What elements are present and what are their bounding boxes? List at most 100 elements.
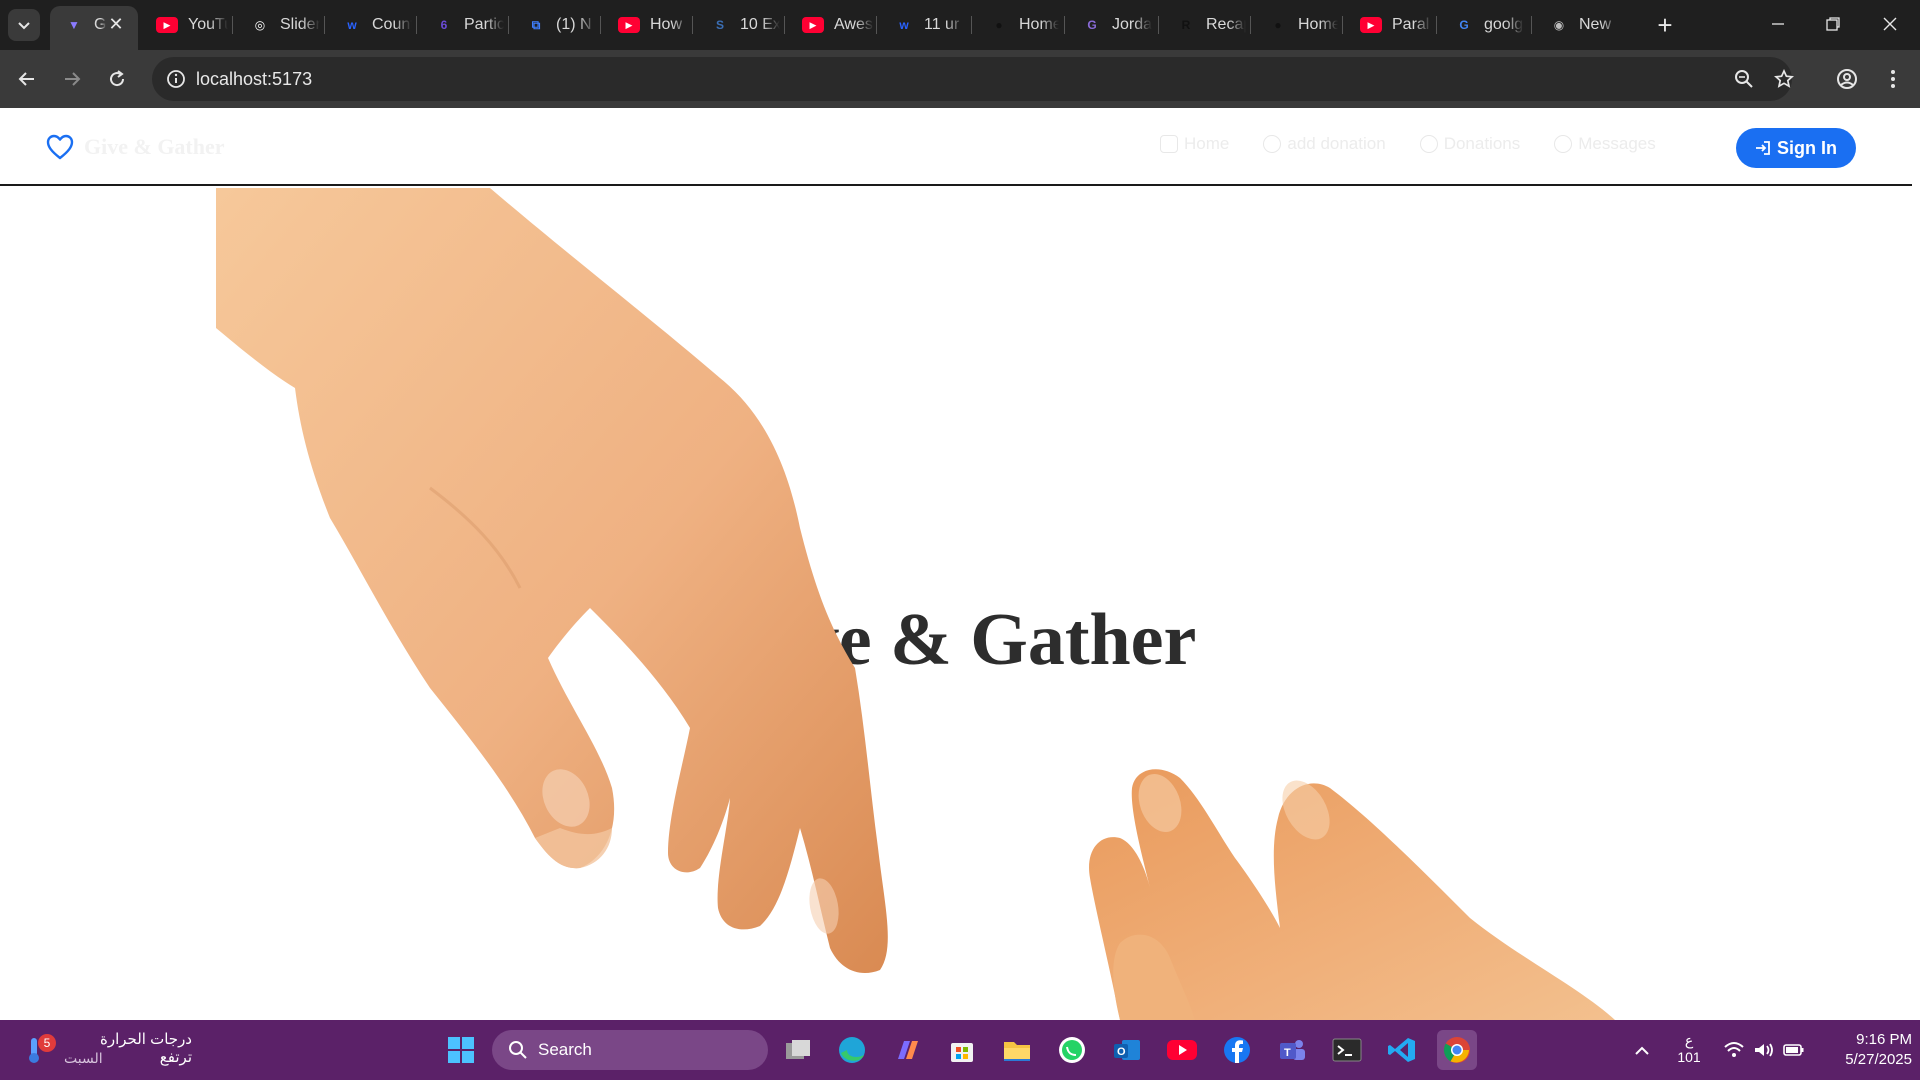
- edge-icon[interactable]: [832, 1030, 872, 1070]
- browser-tab-title: Home: [1298, 16, 1338, 33]
- heart-icon[interactable]: [46, 134, 74, 160]
- taskbar-search-box[interactable]: Search: [492, 1030, 768, 1070]
- weather-widget[interactable]: 5 درجات الحرارة ترتفع السبت: [22, 1028, 192, 1072]
- github-icon: ●: [1274, 18, 1282, 32]
- browser-tab-title: YouTube: [188, 16, 228, 33]
- nav-home[interactable]: Home: [1160, 134, 1229, 154]
- clock-time: 9:16 PM: [1856, 1031, 1912, 1048]
- tab-separator: [1531, 16, 1532, 34]
- browser-tab[interactable]: ▶ YouTube: [142, 10, 228, 40]
- browser-tab[interactable]: ▶ Awes: [788, 10, 874, 40]
- tab-separator: [600, 16, 601, 34]
- browser-tab[interactable]: ⧉ (1) N: [512, 10, 596, 40]
- youtube-icon: ▶: [618, 17, 640, 33]
- tab-separator: [1064, 16, 1065, 34]
- browser-tab-title: (1) N: [556, 16, 592, 33]
- search-label: Search: [538, 1040, 592, 1059]
- browser-tab[interactable]: w Count: [328, 10, 412, 40]
- browser-tab[interactable]: ▶ How: [604, 10, 690, 40]
- tab-separator: [1250, 16, 1251, 34]
- store-icon[interactable]: [942, 1030, 982, 1070]
- task-view-icon[interactable]: [778, 1030, 818, 1070]
- teams-icon[interactable]: T: [1272, 1030, 1312, 1070]
- nav-messages[interactable]: Messages: [1554, 134, 1656, 154]
- nav-home-label: Home: [1184, 134, 1230, 153]
- back-button[interactable]: [10, 62, 44, 96]
- chrome-icon[interactable]: [1437, 1030, 1477, 1070]
- browser-tab[interactable]: ● Home: [975, 10, 1059, 40]
- browser-tab[interactable]: ▼ Give & Gather: [50, 10, 106, 40]
- reload-button[interactable]: [100, 62, 134, 96]
- close-icon: [1883, 17, 1897, 31]
- system-clock[interactable]: 9:16 PM 5/27/2025: [1812, 1030, 1912, 1070]
- nav-donations-label: Donations: [1443, 134, 1521, 153]
- hero-hands-illustration: [216, 188, 1615, 1020]
- nav-add-donation[interactable]: add donation: [1263, 134, 1386, 154]
- tab-close-icon[interactable]: ✕: [106, 14, 126, 34]
- tray-overflow-icon[interactable]: [1630, 1038, 1654, 1062]
- restore-button[interactable]: [1815, 8, 1851, 40]
- copilot-icon[interactable]: [887, 1030, 927, 1070]
- wifi-icon[interactable]: [1722, 1038, 1746, 1062]
- github-icon: ●: [995, 18, 1003, 32]
- chevron-down-icon: [18, 22, 30, 30]
- volume-icon[interactable]: [1752, 1038, 1776, 1062]
- facebook-icon[interactable]: [1217, 1030, 1257, 1070]
- chrome-icon: ◉: [1553, 18, 1565, 32]
- browser-tab-title: Recap: [1206, 16, 1246, 33]
- windows-taskbar: 5 درجات الحرارة ترتفع السبت Search O T ع…: [0, 1020, 1920, 1080]
- browser-tab[interactable]: ● Home: [1254, 10, 1338, 40]
- tab-separator: [324, 16, 325, 34]
- outlook-icon[interactable]: O: [1107, 1030, 1147, 1070]
- browser-tab[interactable]: R Recap: [1162, 10, 1246, 40]
- vscode-icon[interactable]: [1382, 1030, 1422, 1070]
- brand-name[interactable]: Give & Gather: [84, 134, 225, 160]
- screen: ▼ Give & Gather ▶ YouTube ◎ Slider w Count 6 Part…: [0, 0, 1920, 1080]
- browser-tab-title: Awes: [834, 16, 873, 33]
- site-info-icon[interactable]: [164, 67, 188, 91]
- browser-tab-title: 10 Ex: [740, 16, 780, 33]
- browser-tab[interactable]: ▶ Paral: [1346, 10, 1432, 40]
- sign-in-label: Sign In: [1777, 137, 1837, 158]
- youtube-icon: ▶: [802, 17, 824, 33]
- openai-icon: ◎: [254, 18, 266, 32]
- browser-tab[interactable]: G Jorda: [1068, 10, 1152, 40]
- svg-text:T: T: [1284, 1047, 1291, 1059]
- zoom-icon[interactable]: [1732, 67, 1756, 91]
- browser-tab-title: 11 ur: [924, 16, 960, 33]
- tab-separator: [232, 16, 233, 34]
- language-indicator[interactable]: ع 101: [1672, 1032, 1706, 1066]
- close-window-button[interactable]: [1872, 8, 1908, 40]
- file-explorer-icon[interactable]: [997, 1030, 1037, 1070]
- sign-in-button[interactable]: Sign In: [1736, 128, 1856, 168]
- windows-start-icon[interactable]: [441, 1030, 481, 1070]
- battery-icon[interactable]: [1782, 1038, 1806, 1062]
- browser-tab[interactable]: w 11 ur: [880, 10, 964, 40]
- whatsapp-icon[interactable]: [1052, 1030, 1092, 1070]
- browser-tab[interactable]: S 10 Ex: [696, 10, 780, 40]
- browser-tab-title: Slider: [280, 16, 320, 33]
- browser-tab[interactable]: 6 Particles: [420, 10, 504, 40]
- restore-icon: [1826, 17, 1840, 31]
- profile-button[interactable]: [1830, 62, 1864, 96]
- nav-messages-label: Messages: [1578, 134, 1656, 153]
- reload-icon: [110, 70, 125, 87]
- tab-search-button[interactable]: [8, 9, 40, 41]
- minimize-button[interactable]: [1760, 8, 1796, 40]
- menu-button[interactable]: [1876, 62, 1910, 96]
- browser-tab[interactable]: ◉ New: [1535, 10, 1619, 40]
- url-text[interactable]: localhost:5173: [196, 69, 312, 90]
- nav-donations[interactable]: Donations: [1419, 134, 1521, 154]
- browser-tab-title: New: [1579, 16, 1612, 33]
- browser-tab[interactable]: Ggoolg: [1440, 10, 1524, 40]
- tab-separator: [1158, 16, 1159, 34]
- forward-button[interactable]: [55, 62, 89, 96]
- weather-line2: السبت: [64, 1050, 103, 1066]
- terminal-icon[interactable]: [1327, 1030, 1367, 1070]
- address-bar[interactable]: localhost:5173: [152, 57, 1794, 101]
- r-icon: R: [1181, 18, 1191, 32]
- browser-tab[interactable]: ◎ Slider: [236, 10, 320, 40]
- youtube-icon[interactable]: [1162, 1030, 1202, 1070]
- bookmark-star-icon[interactable]: [1772, 67, 1796, 91]
- new-tab-button[interactable]: +: [1650, 10, 1680, 40]
